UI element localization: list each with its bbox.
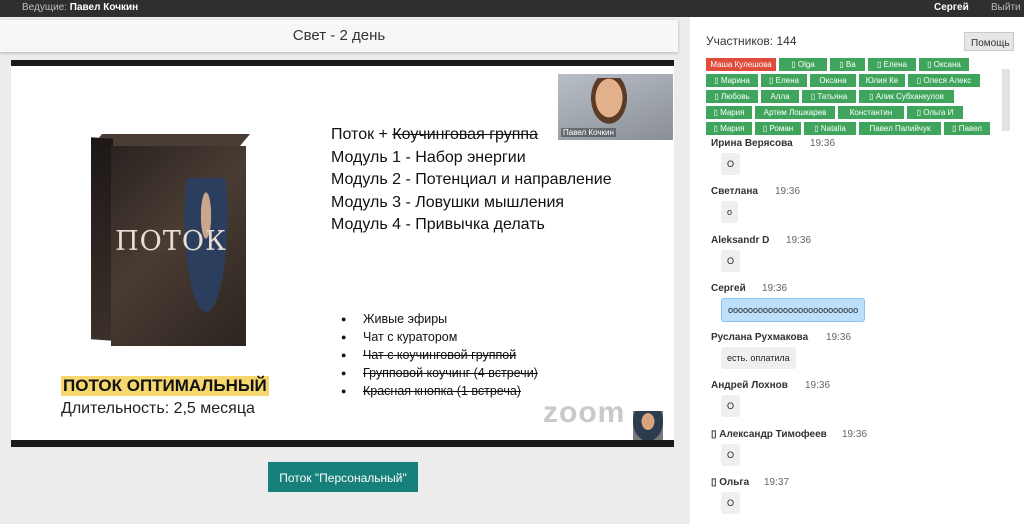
- module-item: Модуль 3 - Ловушки мышления: [331, 193, 565, 211]
- chat-author: ▯ Александр Тимофеев: [711, 429, 827, 440]
- chat-text: о: [721, 201, 739, 223]
- chat-author: Руслана Рухмакова: [711, 332, 809, 343]
- chat-author: Ирина Верясова: [711, 138, 793, 149]
- participant-tag[interactable]: Алла: [761, 90, 799, 103]
- speaker-face: [588, 78, 630, 128]
- feature-item-struck: Групповой коучинг (4 встречи): [341, 364, 538, 382]
- feature-list: Живые эфиры Чат с куратором Чат с коучин…: [341, 310, 538, 400]
- video-player[interactable]: ПОТОК ПОТОК ОПТИМАЛЬНЫЙ Длительность: 2,…: [11, 60, 674, 447]
- participant-tag[interactable]: ▯ Татьяна: [802, 90, 856, 103]
- participant-tag[interactable]: ▯ Оксана: [919, 58, 969, 71]
- participant-tag[interactable]: Маша Кулешова: [706, 58, 776, 71]
- module-list: Поток + Коучинговая группа Модуль 1 - На…: [331, 124, 612, 237]
- participant-tag[interactable]: Артем Лошкарев: [755, 106, 835, 119]
- chat-time: 19:36: [805, 380, 831, 391]
- chat-text: О: [721, 250, 741, 272]
- chat-text: О: [721, 492, 741, 514]
- chat-text: О: [721, 395, 741, 417]
- participant-tags: Маша Кулешова ▯ Olga ▯ Ва ▯ Елена ▯ Окса…: [706, 58, 1002, 135]
- participant-tag[interactable]: Павел Палийчук: [859, 122, 941, 135]
- chat-time: 19:36: [775, 186, 801, 197]
- feature-item: Живые эфиры: [341, 310, 538, 328]
- top-bar: Ведущие: Павел Кочкин Сергей Выйти: [0, 0, 1024, 17]
- participant-tag[interactable]: ▯ Олеся Алекс: [908, 74, 980, 87]
- chat-list[interactable]: Ирина Верясова 19:36 О Светлана 19:36 о …: [706, 137, 1006, 524]
- participant-tag[interactable]: ▯ Мария: [706, 106, 752, 119]
- chat-time: 19:36: [842, 429, 868, 440]
- logout-link[interactable]: Выйти: [991, 2, 1021, 13]
- participant-tag[interactable]: ▯ Роман: [755, 122, 801, 135]
- webinar-title: Свет - 2 день: [0, 20, 678, 52]
- module-item: Модуль 4 - Привычка делать: [331, 216, 545, 233]
- help-button[interactable]: Помощь: [964, 32, 1014, 51]
- zoom-logo: zoom: [543, 396, 626, 429]
- chat-text: О: [721, 153, 741, 175]
- chat-time: 19:36: [810, 138, 836, 149]
- self-camera-thumbnail: [633, 411, 663, 440]
- feature-item-struck: Чат с коучинговой группой: [341, 346, 538, 364]
- sidebar: Участников: 144 Помощь Маша Кулешова ▯ O…: [690, 17, 1024, 524]
- chat-author: Андрей Лохнов: [711, 380, 788, 391]
- module-item: Модуль 1 - Набор энергии: [331, 148, 526, 166]
- speaker-camera-name: Павел Кочкин: [561, 128, 616, 137]
- speaker-camera: Павел Кочкин: [558, 74, 673, 140]
- participant-tag[interactable]: Оксана: [810, 74, 856, 87]
- box-title: ПОТОК: [115, 226, 227, 257]
- participant-tag[interactable]: ▯ Ва: [830, 58, 865, 71]
- chat-time: 19:36: [762, 283, 788, 294]
- chat-author: Aleksandr D: [711, 235, 770, 246]
- participant-tag[interactable]: Константин: [838, 106, 904, 119]
- participant-tag[interactable]: ▯ Мария: [706, 122, 752, 135]
- participant-tag[interactable]: ▯ Olga: [779, 58, 827, 71]
- chat-author: Светлана: [711, 186, 758, 197]
- host-info: Ведущие: Павел Кочкин: [22, 2, 138, 13]
- participant-tag[interactable]: ▯ Ольга И: [907, 106, 963, 119]
- participant-tag[interactable]: ▯ Алик Субханкулов: [859, 90, 954, 103]
- participant-tag[interactable]: ▯ Марина: [706, 74, 758, 87]
- chat-author: Сергей: [711, 283, 746, 294]
- participant-tag[interactable]: ▯ Любовь: [706, 90, 758, 103]
- feature-item: Чат с куратором: [341, 328, 538, 346]
- participant-tag[interactable]: ▯ Елена: [868, 58, 916, 71]
- participants-count: Участников: 144: [706, 34, 797, 48]
- chat-text: О: [721, 444, 741, 466]
- module-item: Модуль 2 - Потенциал и направление: [331, 171, 612, 188]
- feature-item-struck: Красная кнопка (1 встреча): [341, 382, 538, 400]
- chat-text-highlighted: оооооооооооооооооооооооооо: [721, 298, 866, 322]
- participant-tag[interactable]: ▯ Павел: [944, 122, 990, 135]
- plan-title: ПОТОК ОПТИМАЛЬНЫЙ: [61, 376, 269, 396]
- chat-time: 19:36: [826, 332, 852, 343]
- host-label: Ведущие:: [22, 2, 67, 13]
- chat-author: ▯ Ольга: [711, 477, 750, 488]
- plan-duration: Длительность: 2,5 месяца: [61, 400, 255, 417]
- product-box-image: ПОТОК: [91, 134, 251, 348]
- presentation-slide: ПОТОК ПОТОК ОПТИМАЛЬНЫЙ Длительность: 2,…: [11, 66, 674, 440]
- participant-tag[interactable]: Юлия Ке: [859, 74, 905, 87]
- participant-tag[interactable]: ▯ Елена: [761, 74, 807, 87]
- personal-flow-button[interactable]: Поток "Персональный": [268, 462, 418, 492]
- current-user-name[interactable]: Сергей: [934, 2, 969, 13]
- main-area: Свет - 2 день ПОТОК ПОТОК ОПТИМАЛЬНЫЙ Дл…: [0, 17, 690, 524]
- chat-time: 19:36: [786, 235, 812, 246]
- host-name: Павел Кочкин: [69, 2, 139, 13]
- chat-time: 19:37: [764, 477, 790, 488]
- chat-text: есть. оплатила: [721, 347, 796, 369]
- tags-scrollbar[interactable]: [1002, 69, 1010, 131]
- participant-tag[interactable]: ▯ Natalia: [804, 122, 856, 135]
